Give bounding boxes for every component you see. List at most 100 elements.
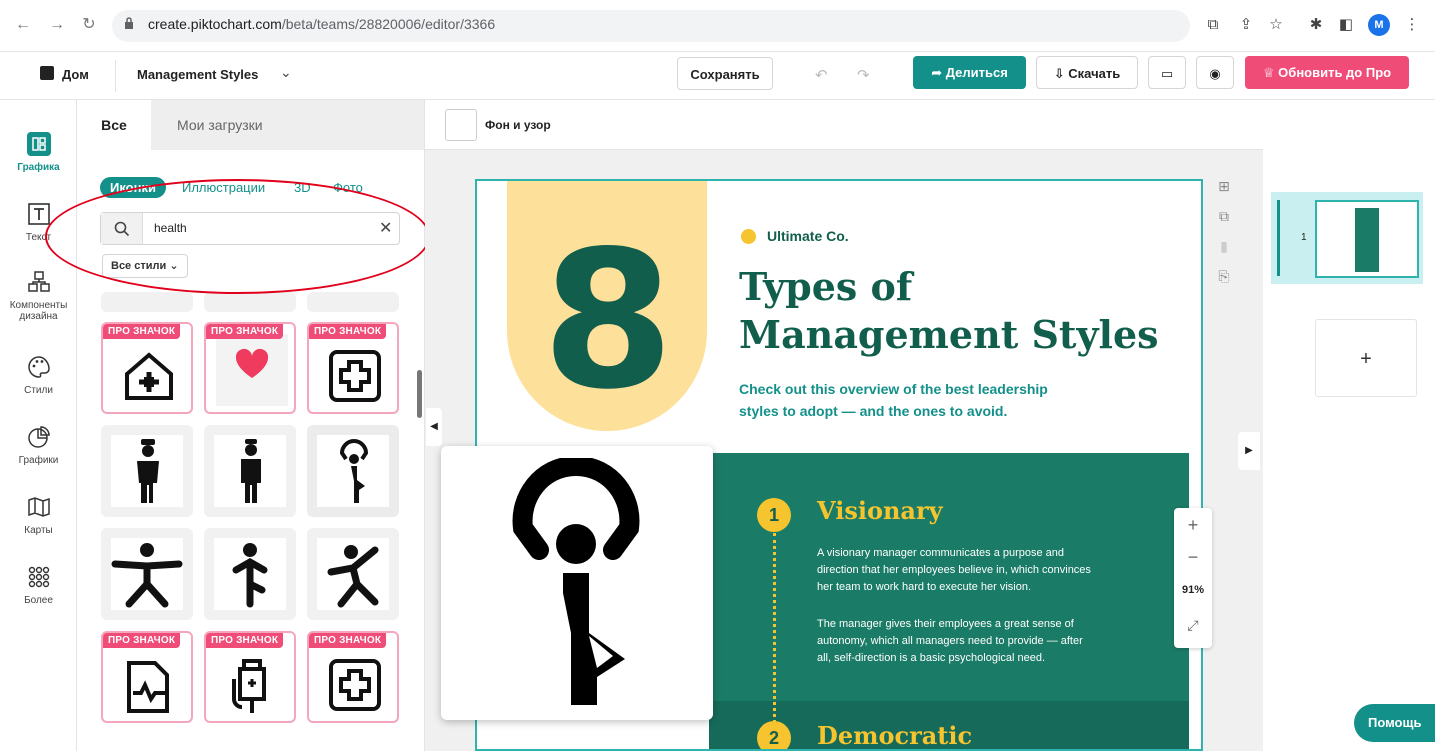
back-arrow-icon[interactable]: ← <box>14 16 32 34</box>
video-icon: ▭ <box>1160 66 1174 81</box>
icon-tile[interactable] <box>101 292 193 312</box>
fit-screen-icon[interactable]: ⤢ <box>1174 608 1212 642</box>
bookmark-star-icon[interactable]: ☆ <box>1266 15 1286 35</box>
forward-arrow-icon[interactable]: → <box>48 16 66 34</box>
panel-scrollbar[interactable] <box>417 370 422 418</box>
redo-icon[interactable]: ↷ <box>857 66 870 84</box>
caret-left-icon: ◀ <box>430 421 438 432</box>
share-icon: ➦ <box>931 65 946 80</box>
nurse-icon <box>137 439 159 503</box>
kebab-menu-icon[interactable]: ⋮ <box>1402 15 1422 35</box>
background-swatch[interactable] <box>445 109 477 141</box>
zoom-in-button[interactable]: + <box>1174 508 1212 542</box>
hospital-house-icon <box>125 352 173 400</box>
graphics-icon <box>26 132 51 156</box>
icon-tile-pro[interactable]: ПРО ЗНАЧОК <box>307 322 399 414</box>
icon-tile-pro[interactable]: ПРО ЗНАЧОК <box>204 322 296 414</box>
icon-tile-pro[interactable]: ПРО ЗНАЧОК <box>101 322 193 414</box>
text-icon <box>27 203 50 225</box>
translate-icon[interactable]: ⧉ <box>1203 15 1223 35</box>
document-title[interactable]: Management Styles <box>137 67 258 82</box>
subtitle[interactable]: Check out this overview of the best lead… <box>739 378 1048 422</box>
icon-tile[interactable] <box>307 425 399 517</box>
expand-pages-button[interactable]: ▶ <box>1238 432 1260 470</box>
share-page-icon[interactable]: ⇪ <box>1236 15 1256 35</box>
rail-item-charts[interactable]: Графики <box>0 425 77 466</box>
icon-tile-pro[interactable]: ПРО ЗНАЧОК <box>101 631 193 723</box>
dragged-icon-preview[interactable] <box>441 446 713 720</box>
duplicate-icon[interactable]: ⧉ <box>1212 208 1236 238</box>
zoom-out-button[interactable]: − <box>1174 542 1212 572</box>
section-title[interactable]: Visionary <box>817 496 943 525</box>
rail-item-more[interactable]: Более <box>0 565 77 606</box>
download-button[interactable]: ⇩ Скачать <box>1036 56 1138 89</box>
company-name[interactable]: Ultimate Co. <box>767 228 849 244</box>
home-link[interactable]: Дом <box>62 67 89 82</box>
rail-item-maps[interactable]: Карты <box>0 495 77 536</box>
section-paragraph[interactable]: A visionary manager communicates a purpo… <box>817 545 1091 596</box>
help-button[interactable]: Помощь <box>1354 704 1435 742</box>
page-number: 1 <box>1301 232 1307 243</box>
reload-icon[interactable]: ↻ <box>80 16 98 34</box>
pro-badge: ПРО ЗНАЧОК <box>309 324 387 339</box>
rail-item-styles[interactable]: Стили <box>0 355 77 396</box>
balance-pose-icon <box>232 543 268 608</box>
icon-tile-pro[interactable]: ПРО ЗНАЧОК <box>307 631 399 723</box>
chevron-down-icon[interactable]: ⌄ <box>280 64 292 81</box>
upgrade-button[interactable]: ♕ Обновить до Про <box>1245 56 1409 89</box>
main-title[interactable]: Types of Management Styles <box>739 263 1159 359</box>
pro-badge: ПРО ЗНАЧОК <box>103 324 181 339</box>
icon-tile[interactable] <box>307 528 399 620</box>
icon-tile[interactable] <box>204 528 296 620</box>
collapse-panel-button[interactable]: ◀ <box>426 408 442 446</box>
pro-badge: ПРО ЗНАЧОК <box>103 633 181 648</box>
save-button[interactable]: Сохранять <box>677 57 773 90</box>
icon-tile[interactable] <box>307 292 399 312</box>
background-pattern-label[interactable]: Фон и узор <box>485 118 551 132</box>
section-number-badge: 1 <box>757 498 791 532</box>
selection-bar <box>1277 200 1280 276</box>
yoga-tree-pose-icon <box>512 458 640 705</box>
annotation-ellipse <box>45 179 430 294</box>
section-paragraph[interactable]: The manager gives their employees a grea… <box>817 616 1083 667</box>
trash-icon[interactable]: ▮ <box>1212 238 1236 268</box>
url-text[interactable]: create.piktochart.com/beta/teams/2882000… <box>148 16 495 32</box>
add-page-icon[interactable]: ⊞ <box>1212 178 1236 208</box>
map-icon <box>27 497 50 517</box>
pro-badge: ПРО ЗНАЧОК <box>206 633 284 648</box>
icon-tile[interactable] <box>101 528 193 620</box>
zoom-level: 91% <box>1181 584 1205 596</box>
section-number-badge: 2 <box>757 721 791 749</box>
rail-item-components[interactable]: Компоненты дизайна <box>0 270 77 322</box>
icon-tile[interactable] <box>204 425 296 517</box>
rail-item-graphics[interactable]: Графика <box>0 132 77 173</box>
icon-tile[interactable] <box>204 292 296 312</box>
share-button[interactable]: ➦ Делиться <box>913 56 1026 89</box>
lock-icon <box>125 17 133 29</box>
pro-badge: ПРО ЗНАЧОК <box>309 633 387 648</box>
medical-report-icon <box>127 661 169 713</box>
pro-badge: ПРО ЗНАЧОК <box>206 324 284 339</box>
home-icon[interactable] <box>40 66 54 80</box>
components-icon <box>27 271 50 292</box>
tab-all[interactable]: Все <box>77 100 151 150</box>
profile-avatar[interactable]: M <box>1368 14 1390 36</box>
page-thumbnail-selected[interactable]: 1 <box>1271 192 1423 284</box>
icon-tile-pro[interactable]: ПРО ЗНАЧОК <box>204 631 296 723</box>
zoom-controls: + − 91% ⤢ <box>1174 508 1212 648</box>
tab-my-uploads[interactable]: Мои загрузки <box>151 100 424 150</box>
big-number[interactable]: 8 <box>523 221 693 421</box>
side-panel-icon[interactable]: ◧ <box>1336 15 1356 35</box>
undo-icon[interactable]: ↶ <box>815 66 828 84</box>
browser-toolbar: ← → ↻ create.piktochart.com/beta/teams/2… <box>0 0 1435 52</box>
background-toolbar: Фон и узор <box>425 100 1263 150</box>
add-page-button[interactable]: + <box>1315 319 1417 397</box>
icon-tile[interactable] <box>101 425 193 517</box>
copy-style-icon[interactable]: ⎘ <box>1212 268 1236 298</box>
caret-right-icon: ▶ <box>1245 445 1253 456</box>
section-title[interactable]: Democratic <box>817 721 972 749</box>
preview-button[interactable]: ◉ <box>1196 56 1234 89</box>
extensions-icon[interactable]: ✱ <box>1306 15 1326 35</box>
divider <box>115 60 116 92</box>
present-video-button[interactable]: ▭ <box>1148 56 1186 89</box>
